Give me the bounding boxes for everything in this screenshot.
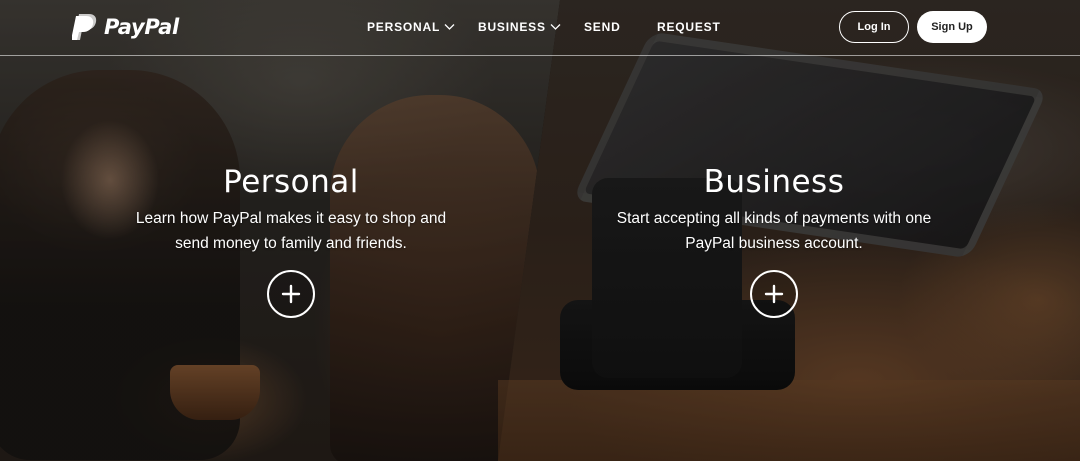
personal-panel: Personal Learn how PayPal makes it easy …: [91, 160, 491, 256]
nav-item-label: REQUEST: [657, 20, 721, 34]
signup-button[interactable]: Sign Up: [917, 11, 987, 43]
personal-title: Personal: [223, 164, 359, 200]
personal-expand-button[interactable]: [267, 270, 315, 318]
nav-item-label: BUSINESS: [478, 20, 546, 34]
business-title: Business: [703, 164, 845, 200]
personal-description: Learn how PayPal makes it easy to shop a…: [135, 210, 447, 252]
business-description: Start accepting all kinds of payments wi…: [616, 210, 932, 252]
brand-name: PayPal: [104, 15, 179, 39]
paypal-logo-link[interactable]: PayPal: [72, 12, 179, 42]
business-panel: Business Start accepting all kinds of pa…: [574, 160, 974, 256]
nav-item-request[interactable]: REQUEST: [657, 20, 721, 34]
top-navigation-bar: PayPal PERSONAL BUSINESS SEND REQUEST Lo…: [0, 0, 1080, 56]
plus-icon: [764, 284, 784, 304]
login-button[interactable]: Log In: [839, 11, 909, 43]
paypal-logo-icon: [72, 14, 97, 40]
plus-icon: [281, 284, 301, 304]
business-expand-button[interactable]: [750, 270, 798, 318]
chevron-down-icon: [444, 24, 455, 30]
nav-item-label: PERSONAL: [367, 20, 441, 34]
nav-item-label: SEND: [584, 20, 621, 34]
chevron-down-icon: [550, 24, 561, 30]
nav-item-send[interactable]: SEND: [584, 20, 621, 34]
nav-item-personal[interactable]: PERSONAL: [367, 20, 455, 34]
nav-item-business[interactable]: BUSINESS: [478, 20, 561, 34]
